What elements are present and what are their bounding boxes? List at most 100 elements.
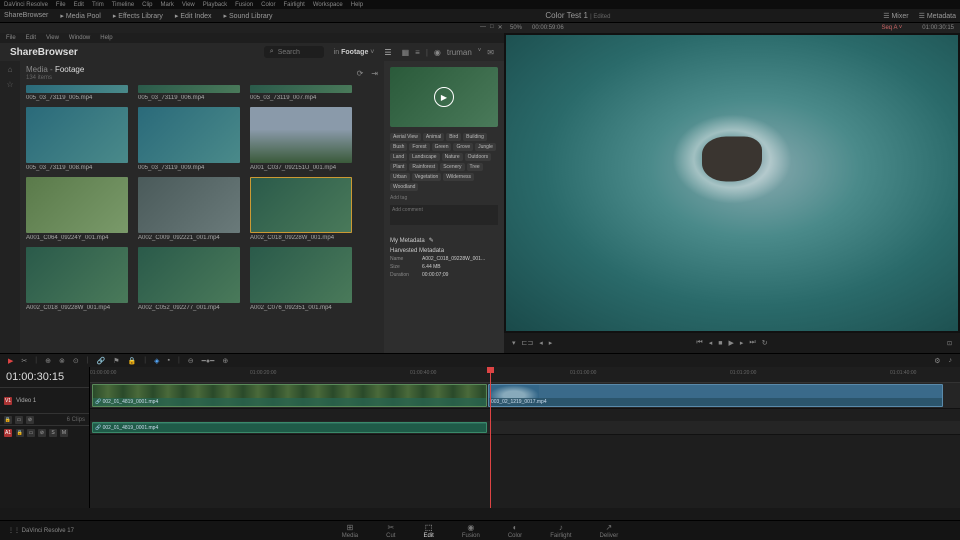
menu-trim[interactable]: Trim (92, 2, 104, 8)
disable-track-icon[interactable]: ⊘ (26, 416, 34, 424)
refresh-icon[interactable]: ⟳ (357, 69, 364, 78)
next-clip-icon[interactable]: ▸ (549, 339, 553, 347)
sb-search[interactable]: ⌕ (264, 46, 324, 58)
menu-timeline[interactable]: Timeline (112, 2, 134, 8)
menu-playback[interactable]: Playback (203, 2, 227, 8)
snap-icon[interactable]: ◈ (154, 357, 159, 365)
audio-track-header[interactable]: A1 🔒 ▭ ⊘ SM (0, 425, 89, 439)
page-fairlight[interactable]: ♪Fairlight (550, 523, 571, 539)
sb-menu-window[interactable]: Window (69, 35, 90, 41)
match-frame-icon[interactable]: ⊡ (947, 341, 952, 347)
grid-view-icon[interactable]: ▦ (402, 48, 410, 57)
zoom-out-icon[interactable]: ⊖ (188, 357, 194, 365)
viewer-canvas[interactable] (506, 35, 958, 331)
marker-icon[interactable]: ▾ (512, 339, 516, 347)
ws-effects-library[interactable]: ▸ Effects Library (113, 12, 163, 20)
search-scope[interactable]: in Footage ˅ (334, 49, 375, 56)
menu-workspace[interactable]: Workspace (313, 2, 343, 8)
page-fusion[interactable]: ◉Fusion (462, 523, 480, 539)
tag[interactable]: Green (432, 143, 452, 151)
marker-tool-icon[interactable]: ▪ (167, 357, 169, 364)
star-icon[interactable]: ☆ (6, 80, 13, 89)
timeline-ruler[interactable]: 01:00:00:0001:00:20:0001:00:40:0001:01:0… (90, 367, 960, 383)
search-input[interactable] (278, 49, 318, 56)
tag[interactable]: Aerial View (390, 133, 421, 141)
menu-color[interactable]: Color (261, 2, 275, 8)
list-view-icon[interactable]: ≡ (415, 48, 420, 57)
page-edit[interactable]: ⬚Edit (423, 523, 433, 539)
page-cut[interactable]: ✂Cut (386, 523, 395, 539)
minimize-icon[interactable]: — (480, 24, 486, 31)
home-icon[interactable]: ⌂ (8, 65, 13, 74)
ws-metadata[interactable]: ☰ Metadata (919, 12, 956, 20)
lock-icon[interactable]: 🔒 (128, 357, 137, 365)
ws-sound-library[interactable]: ▸ Sound Library (224, 12, 273, 20)
tag[interactable]: Bush (390, 143, 407, 151)
harvested-metadata-header[interactable]: Harvested Metadata (390, 248, 498, 254)
tag[interactable]: Urban (390, 173, 410, 181)
user-name[interactable]: truman (447, 48, 472, 57)
insert-icon[interactable]: ⊕ (45, 357, 51, 365)
lock-track-icon[interactable]: 🔒 (4, 416, 12, 424)
audio-clip-1[interactable]: 🔗 002_01_4819_0001.mp4 (92, 422, 487, 433)
add-tag[interactable]: Add tag (390, 195, 498, 201)
thumbnail[interactable]: 005_03_73119_005.mp4 (26, 85, 128, 101)
tag[interactable]: Woodland (390, 183, 418, 191)
zoom-slider[interactable]: ━●━ (202, 357, 215, 365)
thumbnail[interactable]: A002_C052_092277_001.mp4 (138, 247, 240, 311)
comment-input[interactable] (390, 205, 498, 225)
page-color[interactable]: ◐Color (508, 523, 522, 539)
tag[interactable]: Bird (446, 133, 461, 141)
tag[interactable]: Rainforest (409, 163, 438, 171)
preview-thumb[interactable]: ▶ (390, 67, 498, 127)
menu-fusion[interactable]: Fusion (235, 2, 253, 8)
timeline-options-icon[interactable]: ⚙ (934, 357, 940, 365)
menu-clip[interactable]: Clip (142, 2, 152, 8)
tag[interactable]: Animal (423, 133, 444, 141)
tag[interactable]: Plant (390, 163, 407, 171)
tag[interactable]: Forest (409, 143, 429, 151)
video-track-header[interactable]: V1 Video 1 (0, 387, 89, 413)
sb-menu-edit[interactable]: Edit (26, 35, 36, 41)
thumbnail[interactable]: A001_C037_092151U_001.mp4 (250, 107, 352, 171)
my-metadata-header[interactable]: My Metadata ✎ (390, 237, 498, 244)
play-button[interactable]: ▶ (728, 339, 733, 347)
page-media[interactable]: ⊞Media (342, 523, 358, 539)
tag[interactable]: Scenery (440, 163, 464, 171)
filter-icon[interactable]: ☰ (384, 48, 391, 57)
user-icon[interactable]: ◉ (434, 48, 441, 57)
menu-davinci-resolve[interactable]: DaVinci Resolve (4, 2, 48, 8)
in-out-icon[interactable]: ⊏⊐ (522, 339, 534, 347)
tag[interactable]: Grove (453, 143, 473, 151)
ws-mixer[interactable]: ☰ Mixer (883, 12, 908, 20)
menu-file[interactable]: File (56, 2, 66, 8)
ws-media-pool[interactable]: ▸ Media Pool (60, 12, 100, 20)
menu-mark[interactable]: Mark (161, 2, 174, 8)
overwrite-icon[interactable]: ⊗ (59, 357, 65, 365)
menu-view[interactable]: View (182, 2, 195, 8)
thumbnail[interactable]: A002_C018_09228W_001.mp4 (26, 247, 128, 311)
last-frame-icon[interactable]: ⏭ (749, 339, 755, 347)
flag-icon[interactable]: ⚑ (113, 357, 119, 365)
link-icon[interactable]: 🔗 (97, 357, 106, 365)
prev-clip-icon[interactable]: ◂ (539, 339, 543, 347)
thumbnail[interactable]: A002_C076_092351_001.mp4 (250, 247, 352, 311)
menu-help[interactable]: Help (351, 2, 363, 8)
tag[interactable]: Nature (442, 153, 463, 161)
first-frame-icon[interactable]: ⏮ (696, 339, 702, 347)
tag[interactable]: Landscape (409, 153, 439, 161)
thumbnail[interactable]: 005_03_73119_008.mp4 (26, 107, 128, 171)
tag[interactable]: Jungle (475, 143, 496, 151)
thumbnail[interactable]: 005_03_73119_006.mp4 (138, 85, 240, 101)
thumbnail[interactable]: 005_03_73119_009.mp4 (138, 107, 240, 171)
loop-icon[interactable]: ↻ (762, 339, 768, 347)
sb-menu-file[interactable]: File (6, 35, 16, 41)
arm-icon[interactable]: ⊘ (38, 429, 46, 437)
playhead[interactable] (490, 367, 491, 508)
prev-frame-icon[interactable]: ◂ (709, 339, 713, 347)
next-frame-icon[interactable]: ▸ (740, 339, 744, 347)
tag[interactable]: Wilderness (443, 173, 474, 181)
close-icon[interactable]: ✕ (498, 24, 503, 31)
sb-menu-view[interactable]: View (46, 35, 59, 41)
tag[interactable]: Land (390, 153, 407, 161)
